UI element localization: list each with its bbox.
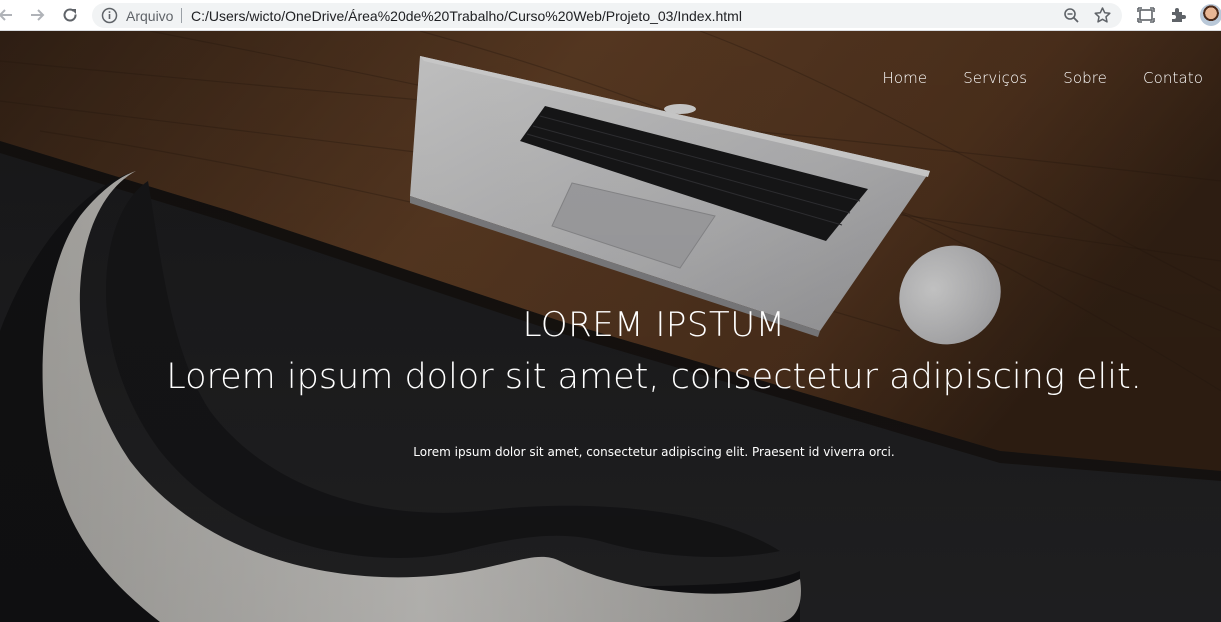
- cast-icon[interactable]: [1136, 5, 1156, 25]
- main-nav: Home Serviços Sobre Contato: [882, 69, 1203, 87]
- info-icon[interactable]: [101, 7, 118, 24]
- nav-sobre[interactable]: Sobre: [1063, 69, 1107, 87]
- nav-contato[interactable]: Contato: [1143, 69, 1203, 87]
- scheme-label: Arquivo: [126, 8, 174, 24]
- address-bar[interactable]: Arquivo C:/Users/wicto/OneDrive/Área%20d…: [92, 3, 1122, 28]
- extensions-icon[interactable]: [1168, 5, 1188, 25]
- browser-toolbar: Arquivo C:/Users/wicto/OneDrive/Área%20d…: [0, 0, 1221, 31]
- forward-arrow-icon[interactable]: [27, 5, 47, 25]
- star-icon[interactable]: [1093, 6, 1112, 25]
- hero-section: Home Serviços Sobre Contato LOREM IPSTUM…: [0, 31, 1221, 622]
- separator: [181, 8, 182, 23]
- back-arrow-icon[interactable]: [0, 5, 16, 25]
- url-text[interactable]: C:/Users/wicto/OneDrive/Área%20de%20Trab…: [191, 8, 742, 24]
- zoom-icon[interactable]: [1063, 7, 1080, 24]
- hero-subtitle: Lorem ipsum dolor sit amet, consectetur …: [166, 357, 1142, 397]
- hero-title: LOREM IPSTUM: [522, 305, 786, 345]
- nav-servicos[interactable]: Serviços: [963, 69, 1027, 87]
- profile-avatar[interactable]: [1200, 4, 1221, 26]
- hero-paragraph: Lorem ipsum dolor sit amet, consectetur …: [413, 445, 895, 459]
- reload-icon[interactable]: [60, 5, 80, 25]
- nav-home[interactable]: Home: [882, 69, 927, 87]
